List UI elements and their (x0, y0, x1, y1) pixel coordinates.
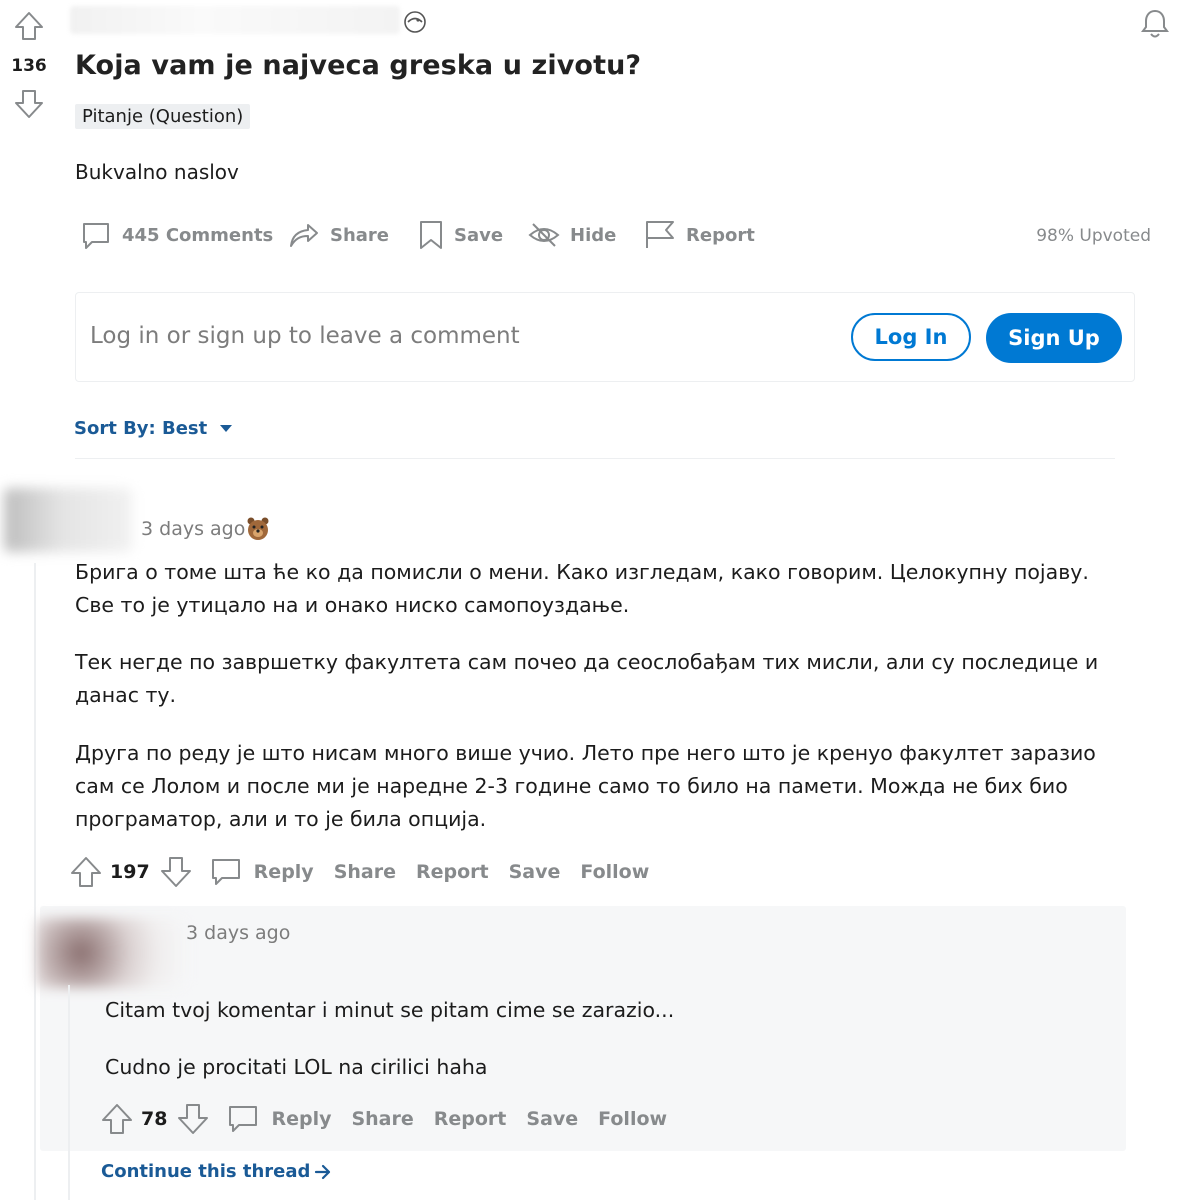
comments-button[interactable]: 445 Comments (80, 218, 273, 252)
save-button[interactable]: Save (509, 861, 561, 883)
comment-login-box: Log in or sign up to leave a comment Log… (75, 292, 1135, 382)
continue-thread-link[interactable]: Continue this thread (101, 1161, 332, 1182)
signup-button[interactable]: Sign Up (986, 313, 1122, 363)
report-label: Report (686, 224, 755, 246)
comments-label: 445 Comments (122, 224, 274, 246)
reply-button[interactable]: Reply (271, 1108, 331, 1130)
share-icon (288, 219, 320, 251)
downvote-icon[interactable] (160, 856, 192, 888)
reply-thread-line[interactable] (68, 985, 70, 1200)
comment-paragraph: Друга по реду је што нисам много више уч… (75, 741, 1096, 831)
thread-line[interactable] (34, 563, 36, 1200)
report-button[interactable]: Report (416, 861, 489, 883)
comment-paragraph: Тек негде по завршетку факултета сам поч… (75, 650, 1099, 707)
comment-paragraph: Брига о томе шта ће ко да помисли о мени… (75, 560, 1089, 617)
comment-actions: 197 Reply Share Report Save Follow (70, 855, 649, 889)
reply-paragraph: Cudno je procitati LOL na cirilici haha (105, 1055, 488, 1079)
upvote-icon[interactable] (70, 856, 102, 888)
comment-icon (80, 219, 112, 251)
comment-icon (227, 1103, 259, 1135)
save-icon (418, 219, 444, 251)
post-downvote-icon[interactable] (14, 88, 44, 120)
divider (75, 458, 1115, 459)
post-score: 136 (11, 56, 47, 76)
share-button[interactable]: Share (351, 1108, 413, 1130)
comment-timestamp[interactable]: 3 days ago (141, 518, 245, 540)
share-button[interactable]: Share (334, 861, 396, 883)
save-button[interactable]: Save (526, 1108, 578, 1130)
continue-thread-label: Continue this thread (101, 1161, 311, 1182)
reply-button[interactable]: Reply (254, 861, 314, 883)
sort-label: Sort By: Best (74, 418, 208, 439)
login-button[interactable]: Log In (851, 313, 971, 361)
share-button[interactable]: Share (288, 218, 389, 252)
sort-dropdown[interactable]: Sort By: Best (74, 418, 233, 439)
post-author-blurred (70, 6, 400, 34)
report-button[interactable]: Report (644, 218, 755, 252)
subreddit-icon (402, 10, 428, 34)
award-icon (246, 516, 270, 542)
post-flair[interactable]: Pitanje (Question) (75, 104, 251, 129)
follow-button[interactable]: Follow (580, 861, 649, 883)
upvote-ratio: 98% Upvoted (1036, 226, 1151, 246)
follow-button[interactable]: Follow (598, 1108, 667, 1130)
post-title[interactable]: Koja vam je najveca greska u zivotu? (75, 50, 641, 81)
reply-score: 78 (141, 1108, 168, 1130)
upvote-icon[interactable] (101, 1103, 133, 1135)
bell-icon[interactable] (1140, 8, 1170, 40)
save-button[interactable]: Save (418, 218, 503, 252)
reply-timestamp[interactable]: 3 days ago (186, 922, 290, 944)
share-label: Share (330, 224, 390, 246)
save-label: Save (454, 224, 504, 246)
reply-actions: 78 Reply Share Report Save Follow (101, 1102, 667, 1136)
arrow-right-icon (314, 1164, 332, 1180)
reply-paragraph: Citam tvoj komentar i minut se pitam cim… (105, 998, 675, 1022)
downvote-icon[interactable] (177, 1103, 209, 1135)
report-icon (644, 219, 676, 251)
hide-icon (528, 219, 560, 251)
hide-button[interactable]: Hide (528, 218, 616, 252)
post-body: Bukvalno naslov (75, 160, 239, 184)
hide-label: Hide (570, 224, 617, 246)
comment-author-blurred[interactable] (4, 488, 132, 552)
caret-down-icon (219, 424, 233, 434)
reply-author-blurred[interactable] (36, 918, 186, 988)
comment-icon (210, 856, 242, 888)
comment-score: 197 (110, 861, 150, 883)
report-button[interactable]: Report (434, 1108, 507, 1130)
login-prompt-text: Log in or sign up to leave a comment (90, 323, 520, 349)
post-upvote-icon[interactable] (14, 10, 44, 42)
